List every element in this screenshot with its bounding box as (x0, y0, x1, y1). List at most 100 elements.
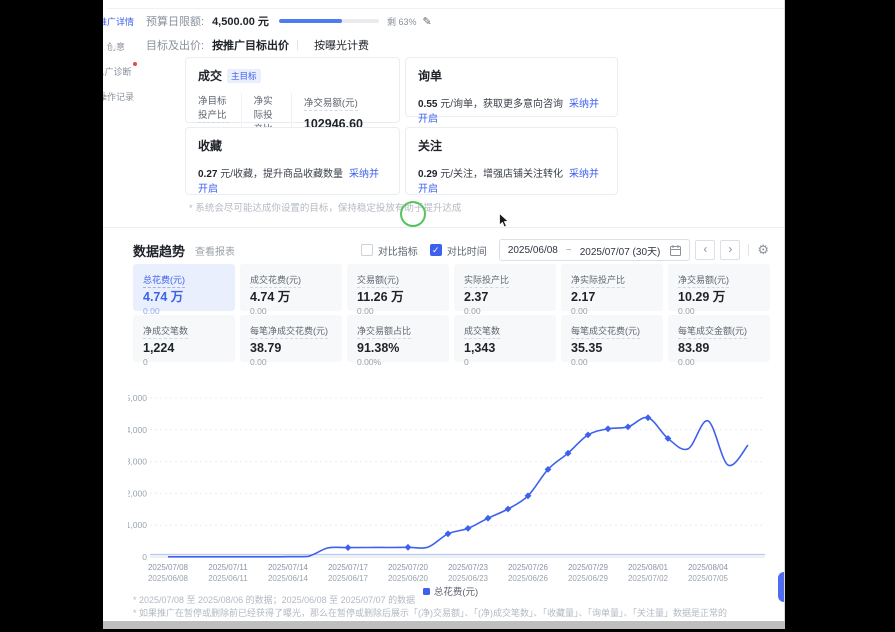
card-inquiry-desc: 0.55 元/询单，获取更多意向咨询采纳并开启 (418, 95, 605, 125)
svg-text:2025/07/26: 2025/07/26 (508, 563, 549, 572)
trend-header: 数据趋势 查看报表 对比指标 ✓ 对比时间 2025/06/08 ~ 2025/… (133, 238, 769, 262)
sidebar-item-label: 推广详情 (103, 17, 134, 28)
trend-title: 数据趋势 (133, 241, 185, 260)
compare-time-checkbox[interactable]: ✓ (430, 244, 442, 256)
sidebar-item-diagnose[interactable]: 推广诊断 (103, 62, 146, 80)
trend-metric-card[interactable]: 实际投产比2.370.00 (454, 264, 556, 311)
trend-metric-card[interactable]: 净成交笔数1,2240 (133, 315, 235, 362)
trend-metric-compare-value: 0.00 (250, 357, 332, 367)
budget-label: 预算日限额: (146, 13, 204, 29)
compare-time-label: 对比时间 (447, 243, 487, 258)
svg-text:2025/08/01: 2025/08/01 (628, 563, 669, 572)
sidebar-item-history[interactable]: 操作记录 (103, 87, 146, 105)
svg-text:2025/07/02: 2025/07/02 (628, 574, 669, 583)
screen: 推广详情创意推广诊断操作记录 预算日限额: 4,500.00 元 剩 63% ✎… (0, 0, 895, 632)
svg-text:2025/07/29: 2025/07/29 (568, 563, 609, 572)
budget-row: 预算日限额: 4,500.00 元 剩 63% ✎ (146, 13, 432, 29)
trend-metric-card[interactable]: 成交花费(元)4.74 万0.00 (240, 264, 342, 311)
svg-text:2025/06/23: 2025/06/23 (448, 574, 489, 583)
notification-dot (133, 62, 137, 66)
trend-metric-label: 交易额(元) (357, 273, 399, 288)
footnote-line: * 如果推广在暂停或删除前已经获得了曝光，那么在暂停或删除后展示「(净)交易额」… (133, 608, 727, 619)
trend-metric-card[interactable]: 净交易额(元)10.29 万0.00 (668, 264, 770, 311)
line-chart: 01,0002,0003,0004,0005,0002025/07/082025… (128, 386, 773, 586)
sidebar-item-creative[interactable]: 创意 (103, 37, 146, 55)
trend-metric-label: 每笔净成交花费(元) (250, 324, 328, 339)
calendar-icon (670, 245, 681, 256)
trend-metric-label: 净交易额(元) (678, 273, 729, 288)
svg-text:2025/06/08: 2025/06/08 (148, 574, 189, 583)
compare-metric-checkbox[interactable] (361, 244, 373, 256)
trend-metric-card[interactable]: 交易额(元)11.26 万0.00 (347, 264, 449, 311)
card-favorite: 收藏 0.27 元/收藏，提升商品收藏数量采纳并开启 (185, 127, 400, 195)
trend-metric-value: 35.35 (571, 342, 653, 355)
bottom-scrollbar-track[interactable] (103, 621, 785, 629)
trend-metric-card[interactable]: 每笔成交花费(元)35.350.00 (561, 315, 663, 362)
trend-metric-compare-value: 0 (143, 357, 225, 367)
trend-metric-card[interactable]: 净实际投产比2.170.00 (561, 264, 663, 311)
goal-option-by-target[interactable]: 按推广目标出价 (212, 37, 289, 53)
trend-chart: 01,0002,0003,0004,0005,0002025/07/082025… (128, 386, 773, 586)
trend-metric-label: 总花费(元) (143, 273, 185, 288)
trend-metric-card[interactable]: 总花费(元)4.74 万0.00 (133, 264, 235, 311)
svg-text:2025/08/04: 2025/08/04 (688, 563, 729, 572)
svg-text:5,000: 5,000 (128, 393, 147, 403)
card-inquiry: 询单 0.55 元/询单，获取更多意向咨询采纳并开启 (405, 57, 618, 117)
top-divider (108, 8, 784, 9)
trend-metric-label: 净实际投产比 (571, 273, 625, 288)
trend-metric-card[interactable]: 每笔成交金额(元)83.890.00 (668, 315, 770, 362)
goal-option-by-impression[interactable]: 按曝光计费 (314, 37, 369, 53)
svg-text:2025/06/11: 2025/06/11 (208, 574, 248, 583)
trend-metric-label: 净交易额占比 (357, 324, 411, 339)
view-report-link[interactable]: 查看报表 (195, 243, 235, 258)
floating-side-button[interactable] (778, 572, 785, 602)
goal-row: 目标及出价: 按推广目标出价 按曝光计费 (146, 37, 369, 53)
svg-text:2025/07/20: 2025/07/20 (388, 563, 429, 572)
svg-text:0: 0 (142, 552, 147, 562)
trend-metric-label: 每笔成交花费(元) (571, 324, 640, 339)
app-window: 推广详情创意推广诊断操作记录 预算日限额: 4,500.00 元 剩 63% ✎… (103, 0, 785, 621)
trend-metric-label: 实际投产比 (464, 273, 509, 288)
sidebar-item-label: 推广诊断 (103, 67, 132, 78)
svg-text:2025/07/05: 2025/07/05 (688, 574, 729, 583)
goal-label: 目标及出价: (146, 37, 204, 53)
svg-text:4,000: 4,000 (128, 425, 147, 435)
trend-metric-value: 1,343 (464, 342, 546, 355)
trend-controls: 对比指标 ✓ 对比时间 2025/06/08 ~ 2025/07/07 (30天… (361, 239, 769, 261)
trend-metric-compare-value: 0.00 (678, 357, 760, 367)
compare-metric-label: 对比指标 (378, 243, 418, 258)
controls-divider (748, 244, 749, 256)
mouse-cursor (499, 213, 510, 228)
card-deal-title: 成交 (198, 67, 222, 84)
chart-footnotes: * 2025/07/08 至 2025/08/06 的数据；2025/06/08… (133, 595, 727, 621)
sidebar-item-promo-detail[interactable]: 推广详情 (103, 12, 146, 30)
svg-text:2,000: 2,000 (128, 488, 147, 498)
budget-remaining: 剩 63% (387, 15, 417, 28)
click-highlight-ring (400, 201, 426, 227)
svg-text:2025/07/08: 2025/07/08 (148, 563, 189, 572)
trend-metric-grid: 总花费(元)4.74 万0.00成交花费(元)4.74 万0.00 交易额(元) 1… (133, 264, 770, 362)
trend-metric-card[interactable]: 每笔净成交花费(元)38.790.00 (240, 315, 342, 362)
trend-metric-value: 11.26 万 (357, 291, 439, 304)
svg-text:2025/06/17: 2025/06/17 (328, 574, 369, 583)
goal-option-divider (297, 40, 298, 50)
prev-period-button[interactable]: ‹ (695, 240, 715, 260)
date-end: 2025/07/07 (30天) (580, 243, 661, 258)
footnote-line: * 2025/07/08 至 2025/08/06 的数据；2025/06/08… (133, 595, 727, 606)
svg-text:2025/07/11: 2025/07/11 (208, 563, 248, 572)
next-period-button[interactable]: › (720, 240, 740, 260)
date-range-input[interactable]: 2025/06/08 ~ 2025/07/07 (30天) (499, 239, 691, 261)
gear-icon[interactable]: ⚙ (757, 242, 769, 258)
trend-metric-card[interactable]: 净交易额占比91.38%0.00% (347, 315, 449, 362)
trend-metric-label: 成交笔数 (464, 324, 500, 339)
section-divider (103, 227, 784, 228)
trend-metric-card[interactable]: 成交笔数1,3430 (454, 315, 556, 362)
trend-metric-label: 每笔成交金额(元) (678, 324, 747, 339)
card-follow-title: 关注 (418, 137, 442, 154)
budget-edit-pencil-icon[interactable]: ✎ (422, 15, 431, 28)
trend-metric-value: 38.79 (250, 342, 332, 355)
svg-text:2025/06/26: 2025/06/26 (508, 574, 549, 583)
trend-metric-compare-value: 0.00% (357, 357, 439, 367)
trend-metric-label: 净成交笔数 (143, 324, 188, 339)
trend-metric-value: 2.17 (571, 291, 653, 304)
